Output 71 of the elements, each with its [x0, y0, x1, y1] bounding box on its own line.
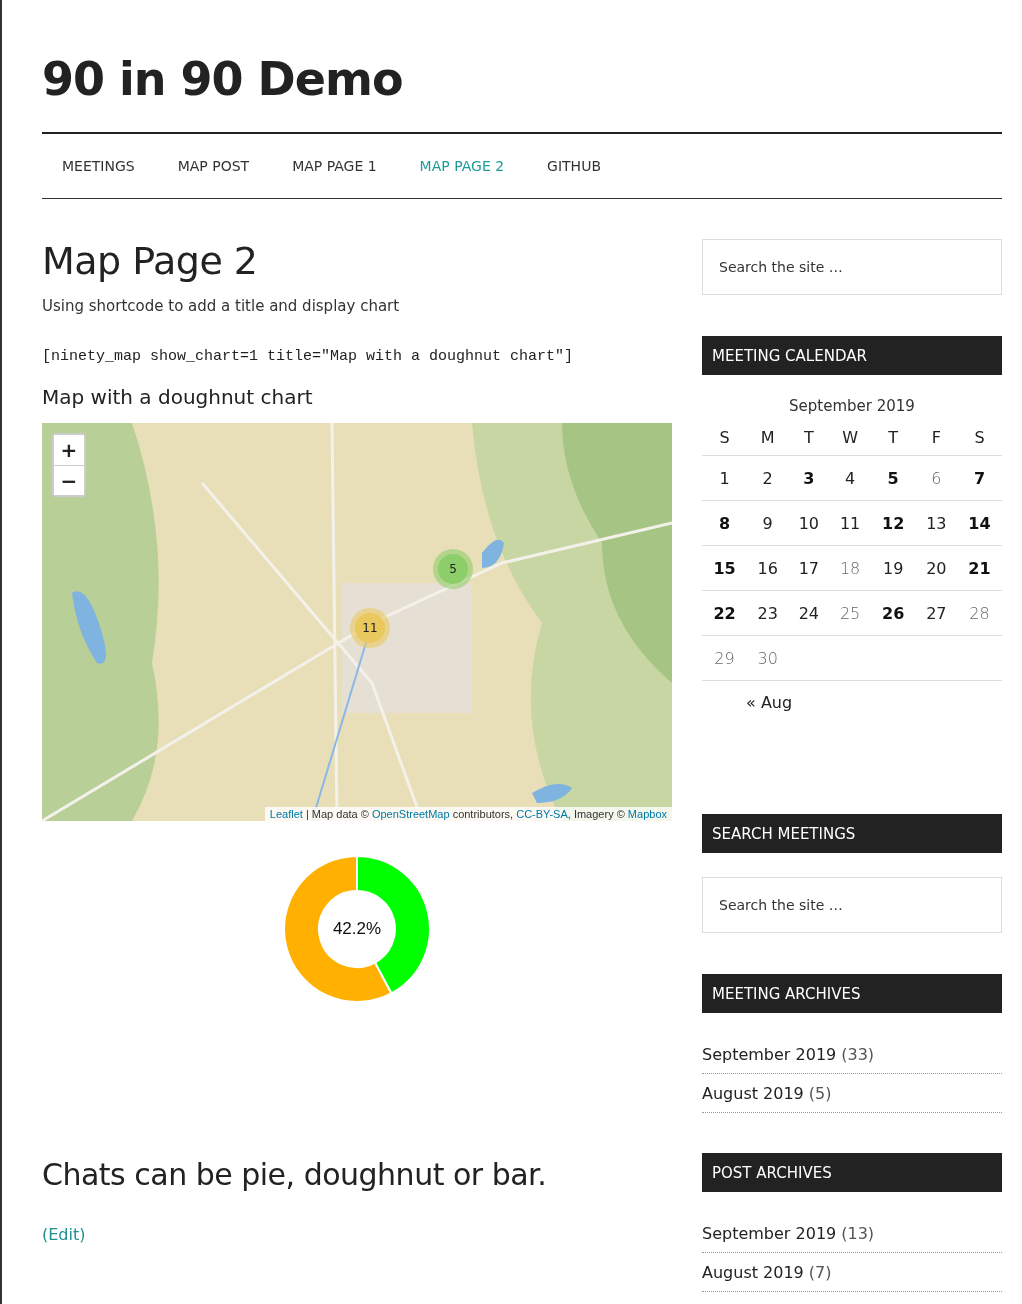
weekday-label: T: [888, 427, 899, 447]
weekday-label: M: [760, 427, 775, 447]
attribution-link[interactable]: Mapbox: [627, 808, 667, 820]
calendar-day: 6: [931, 468, 942, 488]
calendar-day: 29: [714, 648, 735, 668]
calendar-day[interactable]: 12: [882, 513, 905, 533]
section-heading: Chats can be pie, doughnut or bar.: [42, 1157, 547, 1192]
calendar-day[interactable]: 26: [882, 603, 905, 623]
attribution-link[interactable]: Leaflet: [269, 808, 303, 820]
calendar-day: 19: [883, 558, 904, 578]
calendar-day[interactable]: 5: [887, 468, 899, 488]
calendar-day: 1: [719, 468, 730, 488]
archive-link[interactable]: August 2019: [702, 1083, 804, 1103]
calendar-day[interactable]: 14: [968, 513, 991, 533]
calendar-day: 16: [757, 558, 778, 578]
post-count: (7): [808, 1262, 832, 1282]
chart-center-label: 42.2%: [332, 919, 382, 939]
calendar-day: 24: [798, 603, 820, 623]
archive-link[interactable]: September 2019: [702, 1044, 837, 1064]
calendar-day[interactable]: 21: [968, 558, 991, 578]
calendar-day: 9: [762, 513, 773, 533]
calendar-day: 28: [969, 603, 990, 623]
attribution-link[interactable]: CC-BY-SA: [516, 808, 568, 820]
calendar-day[interactable]: 15: [713, 558, 736, 578]
calendar-day: 25: [839, 603, 861, 623]
zoom-out-button[interactable]: −: [54, 465, 84, 495]
weekday-label: W: [842, 427, 858, 447]
search-field[interactable]: Search the site …: [702, 239, 1002, 295]
calendar-day: 18: [839, 558, 861, 578]
weekday-label: T: [803, 427, 814, 447]
post-count: (13): [841, 1223, 875, 1243]
nav-link[interactable]: MAP PAGE 1: [292, 158, 377, 174]
calendar-day: 13: [926, 513, 947, 533]
calendar-day[interactable]: 3: [803, 468, 815, 488]
calendar-day: 20: [926, 558, 947, 578]
calendar-day: 23: [757, 603, 778, 623]
nav-link[interactable]: MAP POST: [177, 158, 250, 174]
weekday-label: S: [974, 427, 985, 447]
intro-text: Using shortcode to add a title and display chart: [42, 297, 400, 315]
widget-title: MEETING CALENDAR: [702, 336, 1002, 375]
calendar-caption: September 2019: [788, 397, 916, 415]
search-field[interactable]: Search the site …: [702, 877, 1002, 933]
archive-link[interactable]: September 2019: [702, 1223, 837, 1243]
weekday-label: F: [931, 427, 941, 447]
site-title: 90 in 90 Demo: [42, 51, 403, 108]
weekday-label: S: [719, 427, 730, 447]
post-count: (5): [808, 1083, 832, 1103]
map-heading: Map with a doughnut chart: [42, 385, 313, 409]
widget-title: SEARCH MEETINGS: [702, 814, 1002, 853]
attribution-link[interactable]: OpenStreetMap: [371, 808, 450, 820]
calendar-day: 30: [757, 648, 778, 668]
page-title: Map Page 2: [42, 239, 258, 283]
calendar-day: 17: [798, 558, 820, 578]
calendar-day[interactable]: 8: [718, 513, 731, 533]
calendar-day: 27: [926, 603, 947, 623]
nav-link[interactable]: GITHUB: [547, 158, 601, 174]
shortcode-text: [ninety_map show_chart=1 title="Map with a doughnut chart"]: [42, 348, 574, 365]
calendar-day[interactable]: 22: [713, 603, 736, 623]
calendar-day[interactable]: 7: [973, 468, 985, 488]
map-attribution: Leaflet | Map data © OpenStreetMap contributors, CC-BY-SA, Imagery © Mapbox: [264, 807, 672, 821]
edit-link[interactable]: (Edit): [42, 1225, 86, 1244]
calendar-day: 4: [844, 468, 856, 488]
calendar-day: 10: [798, 513, 820, 533]
nav-link[interactable]: MEETINGS: [62, 158, 135, 174]
calendar-day: 11: [839, 513, 861, 533]
widget-title: POST ARCHIVES: [702, 1153, 1002, 1192]
calendar-day: 2: [762, 468, 773, 488]
widget-title: MEETING ARCHIVES: [702, 974, 1002, 1013]
post-count: (33): [841, 1044, 875, 1064]
previous-month-link[interactable]: « Aug: [746, 693, 793, 712]
archive-link[interactable]: August 2019: [702, 1262, 804, 1282]
